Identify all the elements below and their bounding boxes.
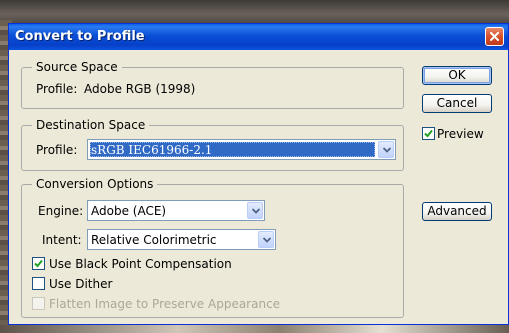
cancel-button[interactable]: Cancel — [422, 94, 492, 113]
preview-label[interactable]: Preview — [437, 127, 484, 141]
window-title: Convert to Profile — [15, 29, 145, 44]
title-bar[interactable]: Convert to Profile — [9, 24, 508, 50]
checkmark-icon — [424, 129, 433, 138]
dither-label[interactable]: Use Dither — [49, 277, 112, 291]
intent-dropdown-button[interactable] — [258, 231, 274, 248]
destination-profile-dropdown-button[interactable] — [378, 141, 394, 158]
destination-profile-select[interactable]: sRGB IEC61966-2.1 — [87, 139, 396, 160]
engine-value: Adobe (ACE) — [91, 204, 167, 218]
preview-checkbox[interactable] — [422, 127, 435, 140]
advanced-button[interactable]: Advanced — [422, 202, 492, 221]
flatten-checkbox — [32, 297, 45, 310]
checkmark-icon — [34, 259, 43, 268]
destination-profile-label: Profile: — [36, 143, 78, 157]
intent-value: Relative Colorimetric — [91, 233, 217, 247]
source-profile-label: Profile: — [36, 82, 78, 96]
dither-checkbox[interactable] — [32, 277, 45, 290]
conversion-options-group: Conversion Options Engine: Adobe (ACE) I… — [21, 177, 404, 318]
convert-to-profile-dialog: Convert to Profile Source Space Profile:… — [8, 23, 509, 325]
close-icon — [490, 32, 499, 41]
close-button[interactable] — [485, 27, 504, 46]
chevron-down-icon — [383, 147, 391, 153]
dialog-content: Source Space Profile: Adobe RGB (1998) D… — [9, 50, 508, 324]
source-profile-value: Adobe RGB (1998) — [84, 82, 196, 96]
source-space-group: Source Space Profile: Adobe RGB (1998) — [21, 60, 404, 109]
chevron-down-icon — [252, 208, 260, 214]
engine-dropdown-button[interactable] — [247, 202, 263, 219]
destination-profile-value: sRGB IEC61966-2.1 — [91, 143, 213, 157]
intent-select[interactable]: Relative Colorimetric — [87, 229, 276, 250]
ok-button[interactable]: OK — [422, 66, 492, 85]
engine-select[interactable]: Adobe (ACE) — [87, 200, 265, 221]
flatten-label: Flatten Image to Preserve Appearance — [49, 297, 281, 311]
black-point-label[interactable]: Use Black Point Compensation — [49, 257, 232, 271]
destination-space-group: Destination Space Profile: sRGB IEC61966… — [21, 118, 404, 171]
destination-space-legend: Destination Space — [32, 118, 150, 132]
intent-label: Intent: — [42, 233, 82, 247]
chevron-down-icon — [263, 237, 271, 243]
source-space-legend: Source Space — [32, 60, 122, 74]
conversion-options-legend: Conversion Options — [32, 177, 158, 191]
background-image-bottom — [0, 325, 509, 333]
engine-label: Engine: — [38, 204, 84, 218]
black-point-checkbox[interactable] — [32, 257, 45, 270]
